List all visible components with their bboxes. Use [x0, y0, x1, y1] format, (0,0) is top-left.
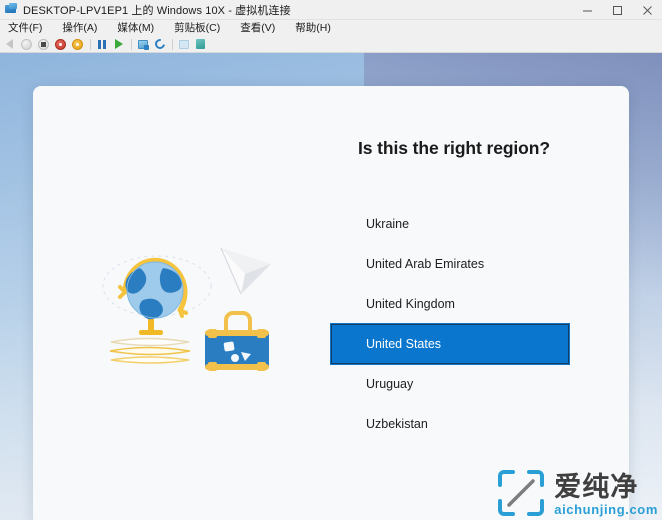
globe-books-suitcase-paperplane-illustration [95, 234, 281, 374]
menu-item-media[interactable]: 媒体(M) [115, 20, 162, 36]
region-item-united-arab-emirates[interactable]: United Arab Emirates [331, 244, 569, 284]
toolbar-separator [131, 38, 132, 50]
oobe-card: Is this the right region? Ukraine United… [33, 86, 629, 520]
turn-off-icon[interactable] [54, 38, 67, 51]
menu-bar: 文件(F) 操作(A) 媒体(M) 剪贴板(C) 查看(V) 帮助(H) [0, 20, 662, 36]
share-icon[interactable] [194, 38, 207, 51]
region-item-uruguay[interactable]: Uruguay [331, 364, 569, 404]
resume-icon[interactable] [112, 38, 125, 51]
virtual-machine-connection-window: DESKTOP-LPV1EP1 上的 Windows 10X - 虚拟机连接 文… [0, 0, 662, 520]
menu-item-file[interactable]: 文件(F) [6, 20, 50, 36]
toolbar-separator [90, 38, 91, 50]
enhanced-session-icon[interactable] [177, 38, 190, 51]
checkpoint-icon[interactable] [136, 38, 149, 51]
region-label: Uzbekistan [366, 417, 428, 431]
toolbar-separator [172, 38, 173, 50]
shutdown-icon[interactable] [37, 38, 50, 51]
save-state-icon[interactable] [71, 38, 84, 51]
region-label: Uruguay [366, 377, 414, 391]
illustration-pane [33, 86, 331, 520]
region-list: Ukraine United Arab Emirates United King… [330, 204, 570, 444]
menu-item-view[interactable]: 查看(V) [238, 20, 283, 36]
close-icon[interactable] [632, 0, 662, 20]
region-label: Ukraine [366, 217, 410, 231]
region-item-uzbekistan[interactable]: Uzbekistan [331, 404, 569, 444]
page-title: Is this the right region? [358, 138, 550, 158]
region-item-united-kingdom[interactable]: United Kingdom [331, 284, 569, 324]
ctrl-alt-del-icon[interactable] [3, 38, 16, 51]
title-bar: DESKTOP-LPV1EP1 上的 Windows 10X - 虚拟机连接 [0, 0, 662, 20]
region-item-united-states[interactable]: United States [330, 323, 570, 365]
region-item-ukraine[interactable]: Ukraine [331, 204, 569, 244]
revert-icon[interactable] [152, 37, 167, 51]
vm-screen: Is this the right region? Ukraine United… [0, 53, 662, 520]
window-title: DESKTOP-LPV1EP1 上的 Windows 10X - 虚拟机连接 [23, 4, 291, 17]
window-controls [572, 0, 662, 20]
menu-item-help[interactable]: 帮助(H) [293, 20, 339, 36]
menu-item-clipboard[interactable]: 剪贴板(C) [172, 20, 228, 36]
toolbar [0, 36, 662, 53]
region-label: United Kingdom [366, 297, 455, 311]
start-icon[interactable] [20, 38, 33, 51]
pause-icon[interactable] [95, 38, 108, 51]
virtual-machine-icon [5, 3, 18, 16]
content-pane: Is this the right region? Ukraine United… [330, 86, 629, 520]
minimize-icon[interactable] [572, 0, 602, 20]
region-label: United States [366, 337, 442, 351]
menu-item-action[interactable]: 操作(A) [60, 20, 105, 36]
maximize-icon[interactable] [602, 0, 632, 20]
region-label: United Arab Emirates [366, 257, 485, 271]
